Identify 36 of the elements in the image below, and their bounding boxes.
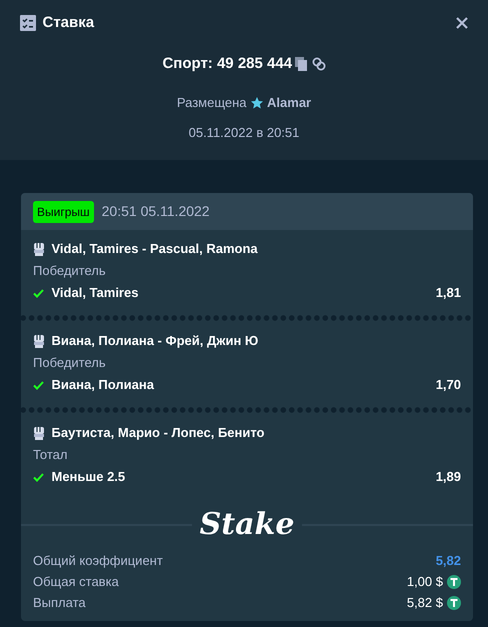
coin-icon	[447, 574, 461, 588]
fist-icon	[33, 426, 45, 440]
summary-label: Общая ставка	[33, 572, 119, 591]
logo: Stake	[198, 510, 296, 540]
bet-date: 05.11.2022 в 20:51	[188, 124, 300, 140]
odds-value: 1,70	[436, 376, 461, 394]
outcome-name: Виана, Полиана	[52, 376, 154, 394]
odds-value: 1,81	[436, 284, 461, 302]
event-name: Баутиста, Марио - Лопес, Бенито	[52, 424, 264, 442]
copy-icon[interactable]	[295, 56, 308, 71]
close-icon[interactable]	[456, 17, 468, 30]
fist-icon	[33, 242, 45, 256]
slip-time: 20:51 05.11.2022	[102, 202, 210, 221]
market-name: Победитель	[33, 262, 106, 280]
market-name: Тотал	[33, 446, 68, 464]
checklist-icon	[20, 15, 36, 32]
event-name: Виана, Полиана - Фрей, Джин Ю	[52, 332, 258, 350]
summary-label: Общий коэффициент	[33, 552, 163, 570]
outcome-name: Vidal, Tamires	[52, 284, 138, 302]
event-name: Vidal, Tamires - Pascual, Ramona	[52, 240, 258, 258]
bet-id: Спорт: 49 285 444	[162, 54, 292, 74]
coin-icon	[447, 596, 461, 610]
outcome-name: Меньше 2.5	[52, 468, 126, 486]
link-icon[interactable]	[312, 56, 326, 71]
summary-value: 1,00 $	[406, 572, 443, 591]
market-name: Победитель	[33, 354, 106, 372]
fist-icon	[33, 334, 45, 348]
user-name[interactable]: Alamar	[267, 93, 312, 112]
window-title: Ставка	[42, 13, 94, 33]
summary-value: 5,82	[436, 552, 461, 570]
placed-label: Размещена	[176, 94, 247, 112]
summary-value: 5,82 $	[406, 594, 443, 612]
summary-label: Выплата	[33, 594, 86, 612]
star-icon	[250, 96, 264, 110]
status-badge: Выигрыш	[33, 200, 94, 222]
odds-value: 1,89	[436, 468, 461, 486]
